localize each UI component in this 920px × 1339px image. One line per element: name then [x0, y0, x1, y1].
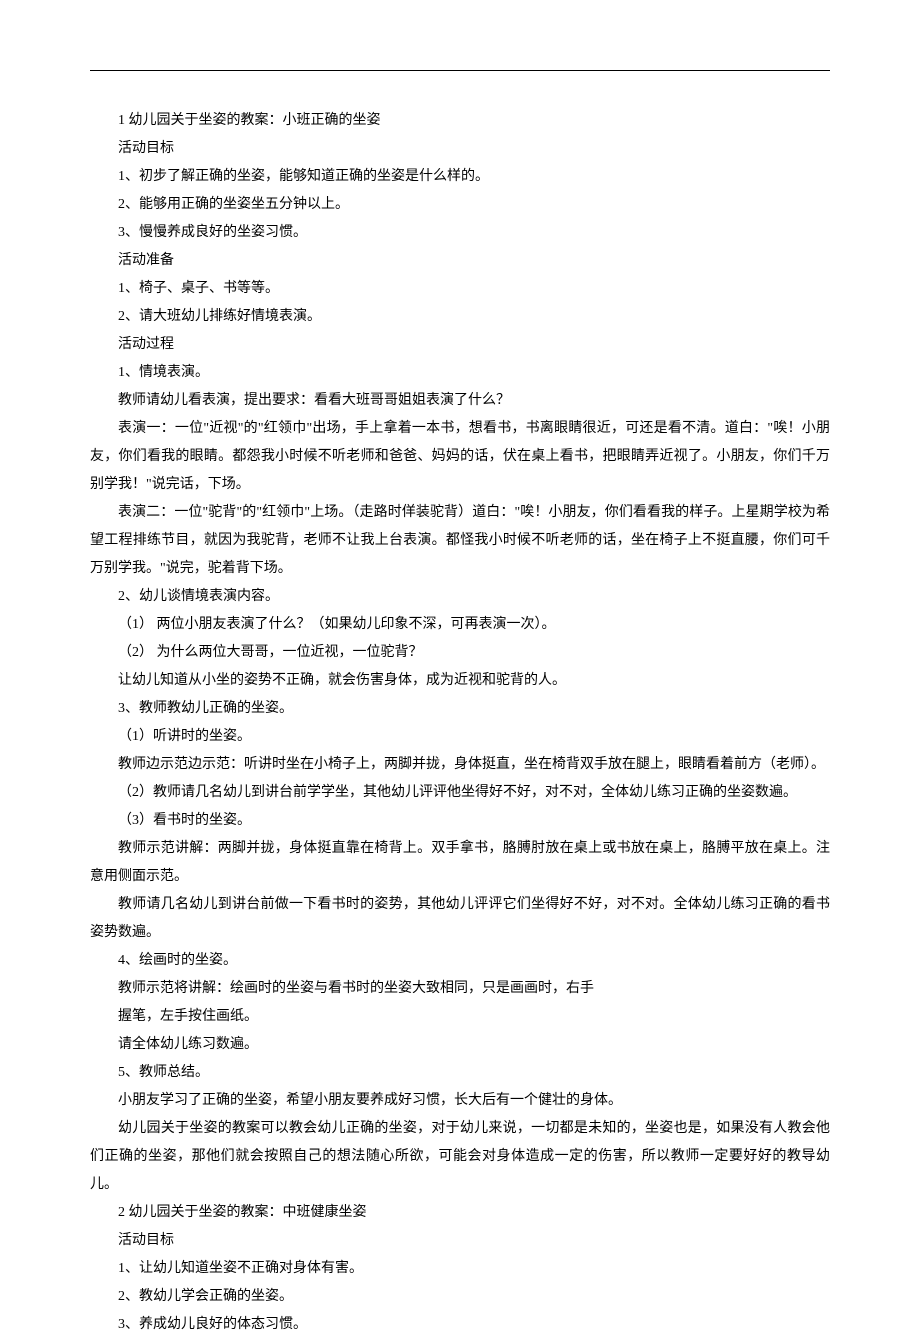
paragraph: 幼儿园关于坐姿的教案可以教会幼儿正确的坐姿，对于幼儿来说，一切都是未知的，坐姿也…	[90, 1115, 830, 1199]
line: 小朋友学习了正确的坐姿，希望小朋友要养成好习惯，长大后有一个健壮的身体。	[90, 1087, 830, 1115]
line: 1、情境表演。	[90, 359, 830, 387]
paragraph: 教师边示范边示范：听讲时坐在小椅子上，两脚并拢，身体挺直，坐在椅背双手放在腿上，…	[90, 751, 830, 779]
line: 2 幼儿园关于坐姿的教案：中班健康坐姿	[90, 1199, 830, 1227]
top-rule	[90, 70, 830, 71]
line: 1、让幼儿知道坐姿不正确对身体有害。	[90, 1255, 830, 1283]
paragraph: 表演二：一位"驼背"的"红领巾"上场。（走路时佯装驼背）道白："唉！小朋友，你们…	[90, 499, 830, 583]
line: 1 幼儿园关于坐姿的教案：小班正确的坐姿	[90, 107, 830, 135]
line: 1、初步了解正确的坐姿，能够知道正确的坐姿是什么样的。	[90, 163, 830, 191]
line: 5、教师总结。	[90, 1059, 830, 1087]
line: 活动目标	[90, 135, 830, 163]
line: 3、教师教幼儿正确的坐姿。	[90, 695, 830, 723]
line: 请全体幼儿练习数遍。	[90, 1031, 830, 1059]
line: 教师请幼儿看表演，提出要求：看看大班哥哥姐姐表演了什么？	[90, 387, 830, 415]
line: 活动过程	[90, 331, 830, 359]
line: （1） 两位小朋友表演了什么？（如果幼儿印象不深，可再表演一次）。	[90, 611, 830, 639]
line: 1、椅子、桌子、书等等。	[90, 275, 830, 303]
line: 4、绘画时的坐姿。	[90, 947, 830, 975]
paragraph: 教师示范讲解：两脚并拢，身体挺直靠在椅背上。双手拿书，胳膊肘放在桌上或书放在桌上…	[90, 835, 830, 891]
line: 2、请大班幼儿排练好情境表演。	[90, 303, 830, 331]
line: （2）教师请几名幼儿到讲台前学学坐，其他幼儿评评他坐得好不好，对不对，全体幼儿练…	[90, 779, 830, 807]
line: 3、慢慢养成良好的坐姿习惯。	[90, 219, 830, 247]
paragraph: 教师请几名幼儿到讲台前做一下看书时的姿势，其他幼儿评评它们坐得好不好，对不对。全…	[90, 891, 830, 947]
line: （3）看书时的坐姿。	[90, 807, 830, 835]
line: 让幼儿知道从小坐的姿势不正确，就会伤害身体，成为近视和驼背的人。	[90, 667, 830, 695]
line: （1）听讲时的坐姿。	[90, 723, 830, 751]
line: 2、能够用正确的坐姿坐五分钟以上。	[90, 191, 830, 219]
line: 教师示范将讲解：绘画时的坐姿与看书时的坐姿大致相同，只是画画时，右手	[90, 975, 830, 1003]
document-page: 1 幼儿园关于坐姿的教案：小班正确的坐姿 活动目标 1、初步了解正确的坐姿，能够…	[0, 0, 920, 1302]
line: 握笔，左手按住画纸。	[90, 1003, 830, 1031]
line: 3、养成幼儿良好的体态习惯。	[90, 1311, 830, 1339]
paragraph: 表演一：一位"近视"的"红领巾"出场，手上拿着一本书，想看书，书离眼睛很近，可还…	[90, 415, 830, 499]
line: 2、教幼儿学会正确的坐姿。	[90, 1283, 830, 1311]
line: 2、幼儿谈情境表演内容。	[90, 583, 830, 611]
line: 活动目标	[90, 1227, 830, 1255]
line: 活动准备	[90, 247, 830, 275]
line: （2） 为什么两位大哥哥，一位近视，一位驼背？	[90, 639, 830, 667]
